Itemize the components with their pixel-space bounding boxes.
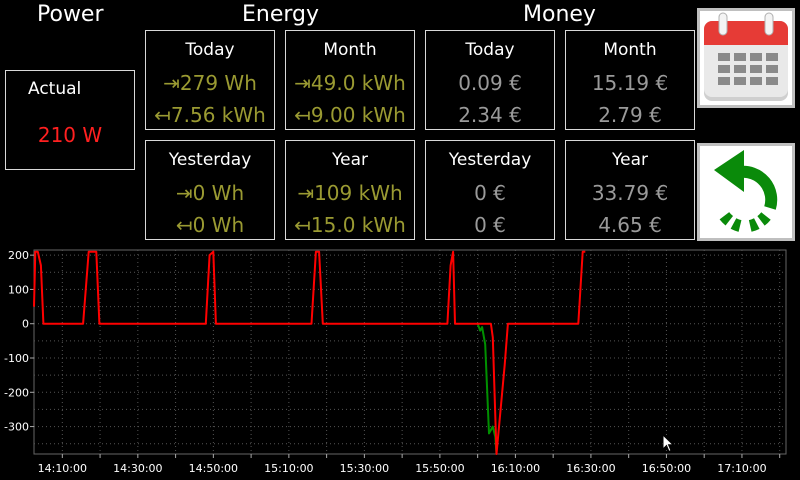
money-month-cost: 15.19 € [591, 71, 669, 95]
x-tick-label: 14:10:00 [38, 462, 87, 475]
x-tick-label: 15:10:00 [264, 462, 313, 475]
money-year-earn: 4.65 € [598, 213, 662, 237]
money-header: Money [523, 2, 596, 27]
energy-yesterday-import: ⇥0 Wh [175, 181, 245, 205]
energy-header: Energy [242, 2, 320, 27]
chart-frame [33, 249, 787, 455]
y-tick-label: -200 [4, 386, 29, 399]
money-today-box: Today 0.09 € 2.34 € [425, 30, 555, 130]
money-month-earn: 2.79 € [598, 103, 662, 127]
energy-today-label: Today [185, 40, 235, 60]
money-yesterday-box: Yesterday 0 € 0 € [425, 140, 555, 240]
energy-year-box: Year ⇥109 kWh ↤15.0 kWh [285, 140, 415, 240]
energy-yesterday-box: Yesterday ⇥0 Wh ↤0 Wh [145, 140, 275, 240]
x-tick-label: 14:50:00 [189, 462, 238, 475]
energy-month-import: ⇥49.0 kWh [294, 71, 406, 95]
calendar-button[interactable] [697, 8, 795, 108]
actual-value: 210 W [37, 123, 103, 147]
money-yesterday-label: Yesterday [448, 150, 532, 170]
energy-today-box: Today ⇥279 Wh ↤7.56 kWh [145, 30, 275, 130]
energy-year-export: ↤15.0 kWh [294, 213, 406, 237]
x-tick-label: 15:50:00 [415, 462, 464, 475]
x-tick-label: 17:10:00 [717, 462, 766, 475]
money-yesterday-earn: 0 € [474, 213, 506, 237]
x-tick-label: 14:30:00 [113, 462, 162, 475]
x-tick-label: 16:50:00 [642, 462, 691, 475]
refresh-back-icon [714, 150, 778, 232]
energy-year-label: Year [332, 150, 368, 170]
energy-year-import: ⇥109 kWh [297, 181, 403, 205]
money-today-earn: 2.34 € [458, 103, 522, 127]
x-tick-label: 16:10:00 [491, 462, 540, 475]
money-yesterday-cost: 0 € [474, 181, 506, 205]
calendar-icon [704, 12, 788, 101]
y-tick-label: 100 [8, 283, 29, 296]
y-tick-label: -100 [4, 352, 29, 365]
money-month-box: Month 15.19 € 2.79 € [565, 30, 695, 130]
mouse-cursor-icon [662, 434, 675, 453]
energy-yesterday-export: ↤0 Wh [175, 213, 245, 237]
y-tick-label: -300 [4, 421, 29, 434]
power-chart: 200 100 0 -100 -200 -300 14:10:00 14:30:00 14:5… [4, 249, 787, 475]
money-year-label: Year [612, 150, 648, 170]
actual-label: Actual [28, 79, 82, 99]
money-year-cost: 33.79 € [591, 181, 669, 205]
money-month-label: Month [603, 40, 657, 60]
y-tick-label: 200 [8, 249, 29, 262]
back-button[interactable] [697, 143, 795, 241]
energy-month-export: ↤9.00 kWh [294, 103, 406, 127]
money-year-box: Year 33.79 € 4.65 € [565, 140, 695, 240]
energy-yesterday-label: Yesterday [168, 150, 252, 170]
energy-today-export: ↤7.56 kWh [154, 103, 266, 127]
y-axis-labels: 200 100 0 -100 -200 -300 [4, 249, 29, 433]
chart-grid [30, 249, 787, 458]
y-tick-label: 0 [22, 318, 29, 331]
money-today-cost: 0.09 € [458, 71, 522, 95]
series-line-0 [33, 250, 586, 455]
power-header: Power [37, 2, 104, 27]
actual-power-box: Actual 210 W [5, 70, 135, 170]
x-tick-label: 15:30:00 [340, 462, 389, 475]
energy-month-box: Month ⇥49.0 kWh ↤9.00 kWh [285, 30, 415, 130]
energy-month-label: Month [323, 40, 377, 60]
money-today-label: Today [465, 40, 515, 60]
x-axis-labels: 14:10:00 14:30:00 14:50:00 15:10:00 15:30:00… [38, 462, 767, 475]
x-tick-label: 16:30:00 [566, 462, 615, 475]
chart-series [33, 250, 586, 455]
energy-today-import: ⇥279 Wh [163, 71, 257, 95]
